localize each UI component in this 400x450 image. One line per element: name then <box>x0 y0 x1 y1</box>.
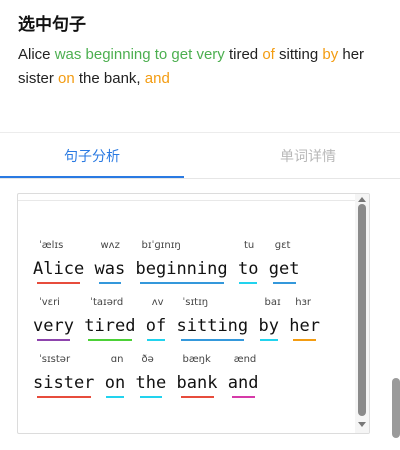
word-text: beginning <box>135 259 228 279</box>
sentence-segment: was beginning to get very <box>54 46 225 63</box>
word-bank[interactable]: bæŋk bank <box>176 353 218 398</box>
word-to[interactable]: tu to <box>238 239 258 284</box>
word-get[interactable]: ɡɛt get <box>268 239 300 284</box>
word-and[interactable]: ænd and <box>227 353 259 398</box>
phonetic-label: ðə <box>141 354 154 365</box>
word-underline <box>272 282 296 284</box>
word-underline <box>180 339 245 341</box>
sentence-segment: tired <box>224 46 263 63</box>
word-sitting[interactable]: ˈsɪtɪŋ sitting <box>176 296 249 341</box>
selected-sentence-header: 选中句子 Alice was beginning to get very tir… <box>18 14 390 91</box>
word-text: her <box>289 316 320 336</box>
word-by[interactable]: baɪ by <box>259 296 281 341</box>
word-text: get <box>268 259 300 279</box>
word-text: by <box>258 316 279 336</box>
word-text: and <box>227 373 259 393</box>
phonetic-label: ˈælɪs <box>39 240 64 251</box>
word-underline <box>147 339 165 341</box>
word-beginning[interactable]: bɪˈɡɪnɪŋ beginning <box>136 239 228 284</box>
word-text: the <box>135 373 167 393</box>
word-text: on <box>104 373 126 393</box>
word-text: was <box>94 259 126 279</box>
panel-divider <box>18 200 355 201</box>
word-text: tired <box>84 316 136 336</box>
section-title: 选中句子 <box>18 15 86 34</box>
phonetic-label: ˈvɛri <box>39 297 60 308</box>
word-text: sitting <box>176 316 249 336</box>
word-underline <box>139 282 224 284</box>
sentence-segment: the bank, <box>74 70 145 87</box>
word-underline <box>180 396 214 398</box>
selected-sentence-text: Alice was beginning to get very tired of… <box>18 43 390 91</box>
word-tired[interactable]: ˈtaɪərd tired <box>84 296 135 341</box>
sentence-segment: of <box>262 46 275 63</box>
tab-sentence-analysis[interactable]: 句子分析 <box>0 134 184 179</box>
word-underline <box>239 282 258 284</box>
scrollbar-thumb[interactable] <box>358 204 366 416</box>
word-underline <box>106 396 124 398</box>
phonetic-label: tu <box>244 240 255 251</box>
word-underline <box>259 339 278 341</box>
panel-scrollbar[interactable] <box>355 194 369 433</box>
word-underline <box>88 339 132 341</box>
word-underline <box>231 396 255 398</box>
word-underline <box>139 396 163 398</box>
scroll-down-arrow-icon[interactable] <box>358 422 366 427</box>
sentence-segment: by <box>322 46 339 63</box>
phonetic-label: ˈsɪstər <box>39 354 71 365</box>
word-the[interactable]: ðə the <box>135 353 167 398</box>
divider <box>0 132 400 133</box>
word-alice[interactable]: ˈælɪs Alice <box>33 239 84 284</box>
word-was[interactable]: wʌz was <box>94 239 126 284</box>
phonetic-label: ʌv <box>151 297 164 308</box>
tab-bar: 句子分析 单词详情 <box>0 134 400 179</box>
word-text: of <box>145 316 167 336</box>
phonetic-label: ˈtaɪərd <box>90 297 124 308</box>
word-underline <box>37 282 81 284</box>
phonetic-label: bɪˈɡɪnɪŋ <box>141 240 181 251</box>
page-scrollbar-thumb[interactable] <box>392 378 400 438</box>
word-text: Alice <box>33 259 85 279</box>
phonetic-label: ɡɛt <box>274 240 291 251</box>
word-underline <box>98 282 122 284</box>
word-sister[interactable]: ˈsɪstər sister <box>33 353 94 398</box>
word-her[interactable]: hɜr her <box>289 296 320 341</box>
tab-word-details[interactable]: 单词详情 <box>216 134 400 179</box>
sentence-segment: Alice <box>18 46 55 63</box>
sentence-segment: on <box>58 70 75 87</box>
scroll-up-arrow-icon[interactable] <box>358 197 366 202</box>
phonetic-label: ænd <box>233 354 257 365</box>
word-text: to <box>238 259 259 279</box>
tab-divider <box>0 178 400 179</box>
word-very[interactable]: ˈvɛri very <box>33 296 74 341</box>
word-on[interactable]: ɑn on <box>105 353 125 398</box>
word-text: very <box>33 316 74 336</box>
sentence-analysis-panel[interactable]: ˈælɪs Alice wʌz was bɪˈɡɪnɪŋ beginning tu to ɡɛt… <box>17 193 370 434</box>
phonetic-label: ˈsɪtɪŋ <box>182 297 209 308</box>
phonetic-label: wʌz <box>100 240 120 251</box>
word-underline <box>293 339 316 341</box>
word-underline <box>37 339 70 341</box>
phonetic-label: baɪ <box>264 297 281 308</box>
phonetic-label: hɜr <box>295 297 312 308</box>
word-of[interactable]: ʌv of <box>146 296 166 341</box>
sentence-segment: and <box>144 70 170 87</box>
phonetic-label: bæŋk <box>182 354 211 365</box>
word-text: sister <box>33 373 95 393</box>
word-underline <box>37 396 91 398</box>
sentence-segment: sitting <box>274 46 323 63</box>
phonetic-label: ɑn <box>110 354 124 365</box>
word-text: bank <box>176 373 218 393</box>
